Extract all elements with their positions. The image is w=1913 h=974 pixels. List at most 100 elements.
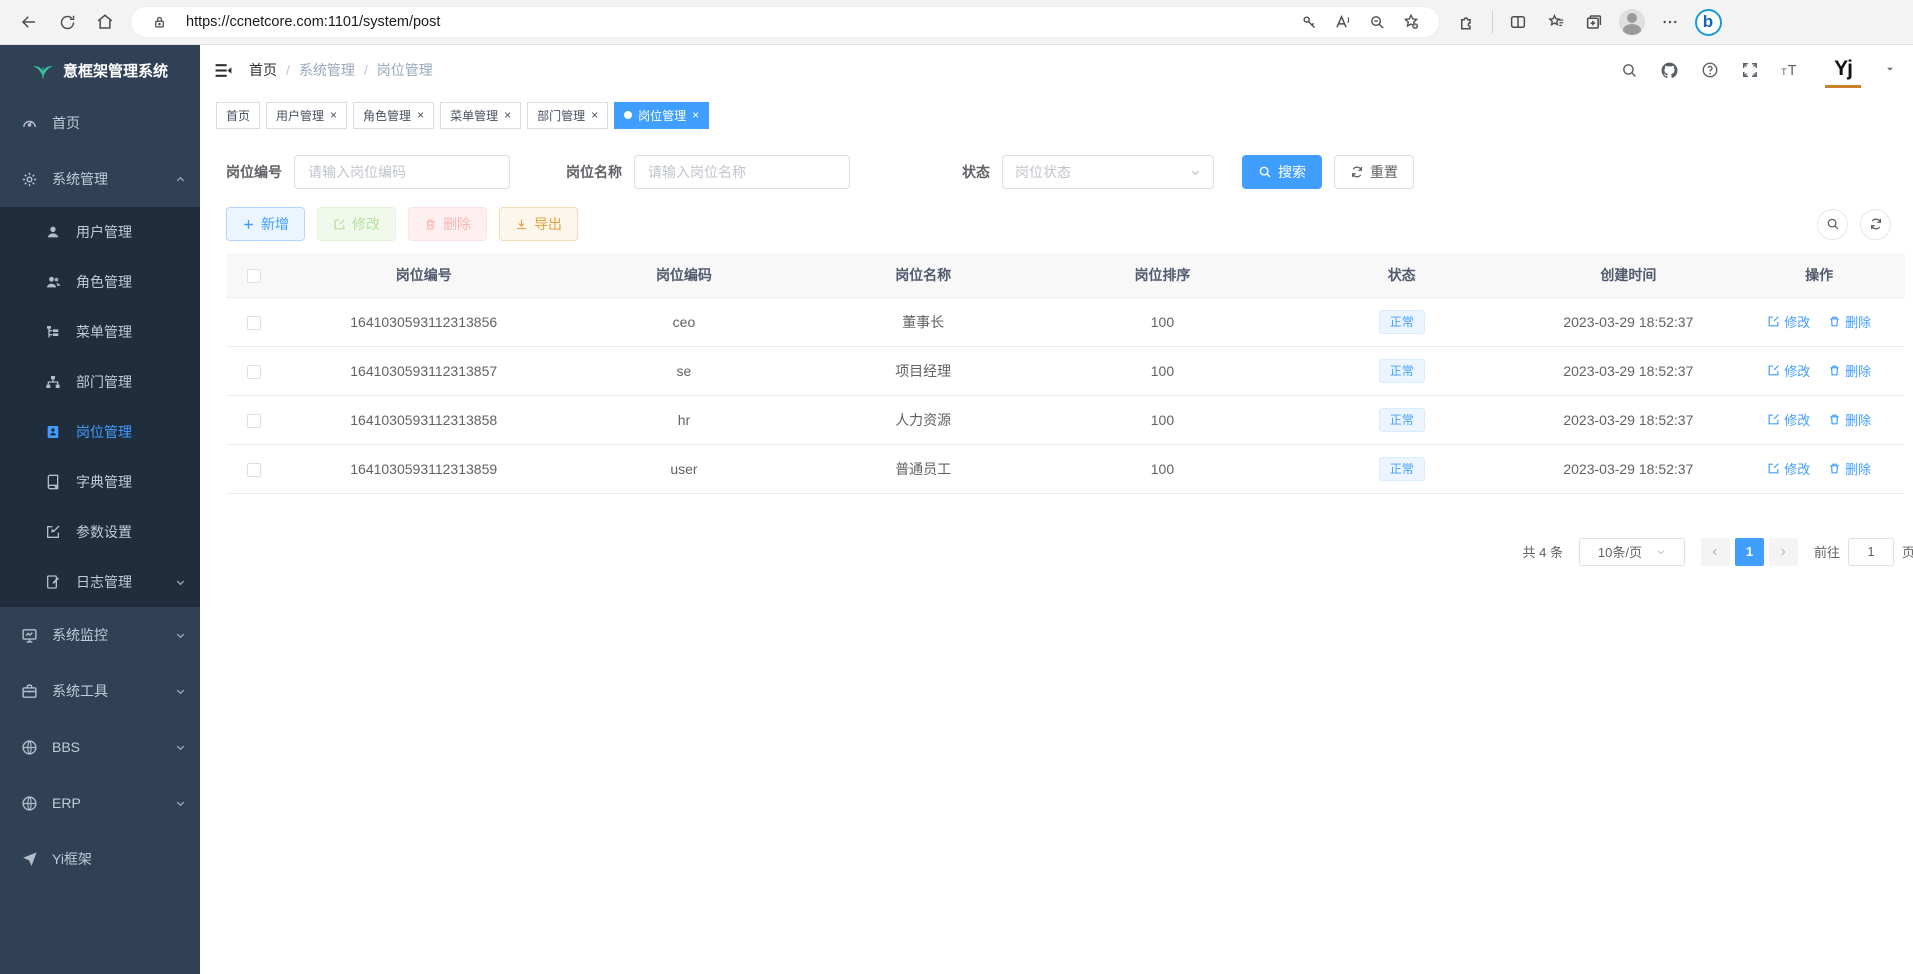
edit-button[interactable]: 修改 <box>317 207 396 241</box>
sidebar-item-params[interactable]: 参数设置 <box>0 507 200 557</box>
home-icon[interactable] <box>86 5 124 39</box>
favorite-add-icon[interactable] <box>1394 7 1428 37</box>
edit-icon <box>333 218 346 231</box>
row-checkbox[interactable] <box>247 463 261 477</box>
close-icon[interactable]: × <box>591 108 598 122</box>
close-icon[interactable]: × <box>330 108 337 122</box>
sidebar-item-label: 系统监控 <box>52 625 108 645</box>
goto-page-input[interactable] <box>1848 538 1894 566</box>
page-number-button[interactable]: 1 <box>1735 538 1764 566</box>
row-checkbox[interactable] <box>247 414 261 428</box>
edit-icon <box>1767 413 1780 426</box>
reload-icon[interactable] <box>48 5 86 39</box>
app-logo[interactable]: 意框架管理系统 <box>0 45 200 95</box>
favorites-bar-icon[interactable] <box>1537 5 1575 39</box>
row-edit-link[interactable]: 修改 <box>1767 361 1810 380</box>
search-button[interactable]: 搜索 <box>1242 155 1322 189</box>
tab-depts[interactable]: 部门管理 × <box>527 102 608 129</box>
zoom-out-icon[interactable] <box>1360 7 1394 37</box>
col-post-code: 岗位编码 <box>566 253 801 297</box>
row-delete-link[interactable]: 删除 <box>1828 312 1871 331</box>
sidebar-item-dicts[interactable]: 字典管理 <box>0 457 200 507</box>
fullscreen-icon[interactable] <box>1741 61 1759 79</box>
sidebar-item-menus[interactable]: 菜单管理 <box>0 307 200 357</box>
sidebar-item-bbs[interactable]: BBS <box>0 719 200 775</box>
read-aloud-icon[interactable] <box>1326 7 1360 37</box>
more-icon[interactable] <box>1651 5 1689 39</box>
row-edit-link[interactable]: 修改 <box>1767 459 1810 478</box>
tab-posts[interactable]: 岗位管理 × <box>614 102 709 129</box>
close-icon[interactable]: × <box>692 108 699 122</box>
row-delete-label: 删除 <box>1845 410 1871 429</box>
sidebar-item-logs[interactable]: 日志管理 <box>0 557 200 607</box>
row-delete-link[interactable]: 删除 <box>1828 410 1871 429</box>
page-size-select[interactable]: 10条/页 <box>1579 538 1685 566</box>
chevron-down-icon <box>1190 167 1201 178</box>
refresh-table-button[interactable] <box>1860 209 1891 240</box>
sidebar-item-home[interactable]: 首页 <box>0 95 200 151</box>
sidebar-item-posts[interactable]: 岗位管理 <box>0 407 200 457</box>
page-unit-label: 页 <box>1902 542 1913 561</box>
row-checkbox[interactable] <box>247 316 261 330</box>
cell-post-id: 1641030593112313858 <box>281 395 566 444</box>
help-icon[interactable] <box>1701 61 1719 79</box>
sidebar-item-depts[interactable]: 部门管理 <box>0 357 200 407</box>
tab-home[interactable]: 首页 <box>216 102 260 129</box>
toolbar-divider <box>1492 11 1493 33</box>
sidebar-item-system[interactable]: 系统管理 <box>0 151 200 207</box>
post-name-input[interactable] <box>634 155 850 189</box>
sidebar-item-users[interactable]: 用户管理 <box>0 207 200 257</box>
tab-label: 菜单管理 <box>450 107 498 124</box>
key-icon[interactable] <box>1292 7 1326 37</box>
sidebar-item-yi[interactable]: Yi框架 <box>0 831 200 887</box>
edit-button-label: 修改 <box>352 214 380 234</box>
status-badge: 正常 <box>1379 310 1425 334</box>
add-button[interactable]: 新增 <box>226 207 305 241</box>
edit-icon <box>1767 462 1780 475</box>
url-text[interactable]: https://ccnetcore.com:1101/system/post <box>186 14 1292 30</box>
select-all-checkbox[interactable] <box>247 269 261 283</box>
sidebar-item-erp[interactable]: ERP <box>0 775 200 831</box>
sidebar-item-monitor[interactable]: 系统监控 <box>0 607 200 663</box>
breadcrumb-separator: / <box>286 62 290 78</box>
search-icon[interactable] <box>1621 62 1638 79</box>
delete-button[interactable]: 删除 <box>408 207 487 241</box>
reset-button[interactable]: 重置 <box>1334 155 1414 189</box>
user-avatar[interactable]: Yj <box>1825 52 1861 88</box>
back-icon[interactable] <box>10 5 48 39</box>
address-bar[interactable]: https://ccnetcore.com:1101/system/post <box>130 6 1440 38</box>
sidebar-item-label: ERP <box>52 795 81 811</box>
prev-page-button[interactable] <box>1701 538 1730 566</box>
show-search-button[interactable] <box>1817 209 1848 240</box>
row-delete-link[interactable]: 删除 <box>1828 459 1871 478</box>
tab-users[interactable]: 用户管理 × <box>266 102 347 129</box>
font-size-icon[interactable]: TT <box>1781 61 1803 79</box>
sidebar-item-tools[interactable]: 系统工具 <box>0 663 200 719</box>
row-checkbox[interactable] <box>247 365 261 379</box>
breadcrumb-home[interactable]: 首页 <box>249 60 277 80</box>
close-icon[interactable]: × <box>417 108 424 122</box>
fold-menu-icon[interactable] <box>214 61 233 80</box>
post-code-input[interactable] <box>294 155 510 189</box>
github-icon[interactable] <box>1660 61 1679 80</box>
split-screen-icon[interactable] <box>1499 5 1537 39</box>
chevron-down-icon <box>175 577 186 588</box>
edit-icon <box>44 524 62 540</box>
row-edit-link[interactable]: 修改 <box>1767 410 1810 429</box>
collections-icon[interactable] <box>1575 5 1613 39</box>
extensions-icon[interactable] <box>1448 5 1486 39</box>
tab-menus[interactable]: 菜单管理 × <box>440 102 521 129</box>
status-select[interactable]: 岗位状态 <box>1002 155 1214 189</box>
bing-chat-icon[interactable]: b <box>1689 5 1727 39</box>
close-icon[interactable]: × <box>504 108 511 122</box>
tab-roles[interactable]: 角色管理 × <box>353 102 434 129</box>
profile-icon[interactable] <box>1613 5 1651 39</box>
lock-icon[interactable] <box>142 7 176 37</box>
chevron-up-icon <box>175 174 186 185</box>
row-delete-link[interactable]: 删除 <box>1828 361 1871 380</box>
sidebar-item-roles[interactable]: 角色管理 <box>0 257 200 307</box>
row-edit-link[interactable]: 修改 <box>1767 312 1810 331</box>
next-page-button[interactable] <box>1769 538 1798 566</box>
caret-down-icon[interactable] <box>1885 61 1895 79</box>
export-button[interactable]: 导出 <box>499 207 578 241</box>
